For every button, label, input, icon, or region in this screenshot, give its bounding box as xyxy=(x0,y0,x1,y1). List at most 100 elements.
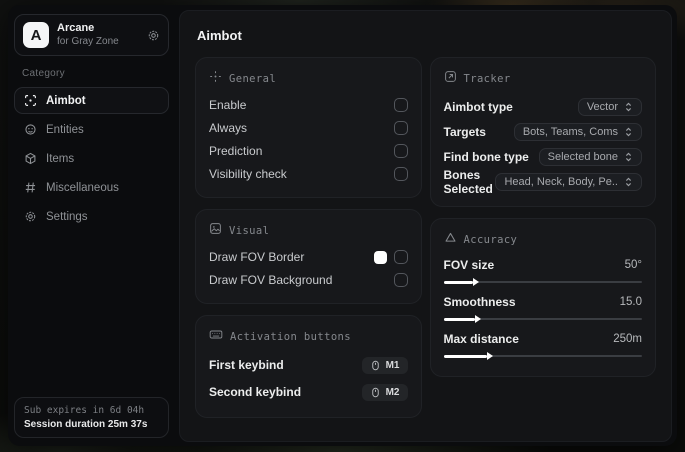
slider-row: Smoothness 15.0 xyxy=(444,292,643,312)
keybind-value: M1 xyxy=(385,359,400,371)
always-checkbox[interactable] xyxy=(393,121,408,135)
category-label: Category xyxy=(22,68,65,80)
keybind-label: First keybind xyxy=(209,358,284,372)
setting-row: Always xyxy=(209,117,408,139)
slider-value: 250m xyxy=(613,333,642,345)
card-title: Accuracy xyxy=(463,234,518,246)
general-card: General Enable Always Prediction Visibil… xyxy=(195,57,422,198)
slider-label: Smoothness xyxy=(443,295,516,309)
app-logo: A xyxy=(23,22,49,49)
card-title: Visual xyxy=(229,225,270,237)
visual-card: Visual Draw FOV Border Draw FOV Backgrou… xyxy=(195,209,422,304)
draw-fov-border-checkbox[interactable] xyxy=(393,250,408,264)
sidebar-item-label: Items xyxy=(46,152,75,165)
main-panel: Aimbot General Enable Always Prediction … xyxy=(179,10,672,442)
sidebar-nav: Aimbot Entities Items Miscellaneous Sett… xyxy=(14,87,169,230)
activation-card-header: Activation buttons xyxy=(209,328,408,346)
columns: General Enable Always Prediction Visibil… xyxy=(195,57,656,418)
targets-dropdown[interactable]: Bots, Teams, Coms xyxy=(513,122,642,141)
tracker-row: Aimbot type Vector xyxy=(443,94,642,119)
activation-card: Activation buttons First keybind M1 Seco… xyxy=(195,315,422,418)
tracker-label: Targets xyxy=(443,124,486,139)
triangle-icon xyxy=(444,231,457,249)
setting-row: Enable xyxy=(209,94,408,116)
accuracy-card-header: Accuracy xyxy=(444,231,643,249)
enable-checkbox[interactable] xyxy=(393,98,408,112)
keybind-label: Second keybind xyxy=(209,385,302,399)
subscription-card: Sub expires in 6d 04h Session duration 2… xyxy=(14,397,169,438)
smoothness-slider[interactable] xyxy=(443,314,642,324)
slider-fill xyxy=(443,278,479,286)
slider-row: FOV size 50° xyxy=(444,255,643,275)
app-titles: Arcane for Gray Zone xyxy=(57,22,139,48)
image-icon xyxy=(209,222,222,240)
tracker-card-header: Tracker xyxy=(444,70,643,88)
sidebar: A Arcane for Gray Zone Category Aimbot E… xyxy=(8,5,175,446)
prediction-checkbox[interactable] xyxy=(393,144,408,158)
box-icon xyxy=(23,152,37,165)
mouse-icon xyxy=(371,360,379,370)
keybind-row: Second keybind M2 xyxy=(209,379,408,405)
sidebar-item-label: Settings xyxy=(46,210,88,223)
sidebar-item-settings[interactable]: Settings xyxy=(14,203,169,230)
aimbot-type-dropdown[interactable]: Vector xyxy=(577,97,642,116)
entities-icon xyxy=(23,123,37,136)
gear-icon xyxy=(23,210,37,223)
setting-row: Draw FOV Background xyxy=(209,269,408,291)
app-header-card: A Arcane for Gray Zone xyxy=(14,14,169,57)
draw-fov-background-checkbox[interactable] xyxy=(393,273,408,287)
sidebar-item-label: Entities xyxy=(46,123,84,136)
sidebar-item-miscellaneous[interactable]: Miscellaneous xyxy=(14,174,169,201)
setting-label: Always xyxy=(209,121,248,135)
setting-label: Visibility check xyxy=(209,167,287,181)
right-column: Tracker Aimbot type Vector Targets Bots,… xyxy=(429,57,656,377)
slider-label: FOV size xyxy=(443,258,495,272)
page-title: Aimbot xyxy=(197,28,242,43)
bones-selected-dropdown[interactable]: Head, Neck, Body, Pe.. xyxy=(495,172,642,191)
tracker-label: Aimbot type xyxy=(443,99,513,114)
find-bone-type-dropdown[interactable]: Selected bone xyxy=(538,147,642,166)
setting-label: Enable xyxy=(209,98,247,112)
slider-value: 50° xyxy=(624,259,642,271)
tracker-row: Bones Selected Head, Neck, Body, Pe.. xyxy=(443,167,642,196)
card-title: Tracker xyxy=(463,73,511,85)
sidebar-item-label: Aimbot xyxy=(46,94,86,107)
tracker-label: Bones Selected xyxy=(443,167,493,196)
tracker-label: Find bone type xyxy=(443,149,529,164)
crosshair-dotted-icon xyxy=(209,70,222,88)
app-name: Arcane xyxy=(57,22,95,34)
setting-row: Draw FOV Border xyxy=(209,246,408,268)
unfold-icon xyxy=(625,177,632,186)
fov-border-color-swatch[interactable] xyxy=(373,250,387,264)
game-background: A Arcane for Gray Zone Category Aimbot E… xyxy=(0,0,685,452)
slider-fill xyxy=(443,315,481,323)
sub-expiry-text: Sub expires in 6d 04h xyxy=(24,405,145,416)
first-keybind-button[interactable]: M1 xyxy=(361,356,408,374)
crosshair-icon xyxy=(23,94,37,107)
max-distance-slider[interactable] xyxy=(443,351,642,361)
slider-fill xyxy=(443,352,493,360)
tracker-row: Targets Bots, Teams, Coms xyxy=(443,119,642,144)
setting-row: Prediction xyxy=(209,140,408,162)
setting-label: Draw FOV Background xyxy=(209,273,333,287)
slider-row: Max distance 250m xyxy=(444,329,643,349)
hash-icon xyxy=(23,181,37,194)
target-arrow-icon xyxy=(444,70,457,88)
visibility-check-checkbox[interactable] xyxy=(393,167,408,181)
app-subtitle: for Gray Zone xyxy=(57,35,119,47)
mouse-icon xyxy=(371,387,379,397)
unfold-icon xyxy=(625,127,632,136)
gear-icon[interactable] xyxy=(147,29,160,42)
dropdown-value: Bots, Teams, Coms xyxy=(522,125,618,138)
fov-size-slider[interactable] xyxy=(443,277,642,287)
card-title: General xyxy=(229,73,277,85)
dropdown-value: Vector xyxy=(586,100,618,113)
card-title: Activation buttons xyxy=(230,331,351,343)
keybind-value: M2 xyxy=(385,386,400,398)
second-keybind-button[interactable]: M2 xyxy=(361,383,408,401)
unfold-icon xyxy=(625,152,632,161)
setting-label: Draw FOV Border xyxy=(209,250,305,264)
sidebar-item-aimbot[interactable]: Aimbot xyxy=(14,87,169,115)
sidebar-item-items[interactable]: Items xyxy=(14,145,169,172)
sidebar-item-entities[interactable]: Entities xyxy=(14,116,169,143)
